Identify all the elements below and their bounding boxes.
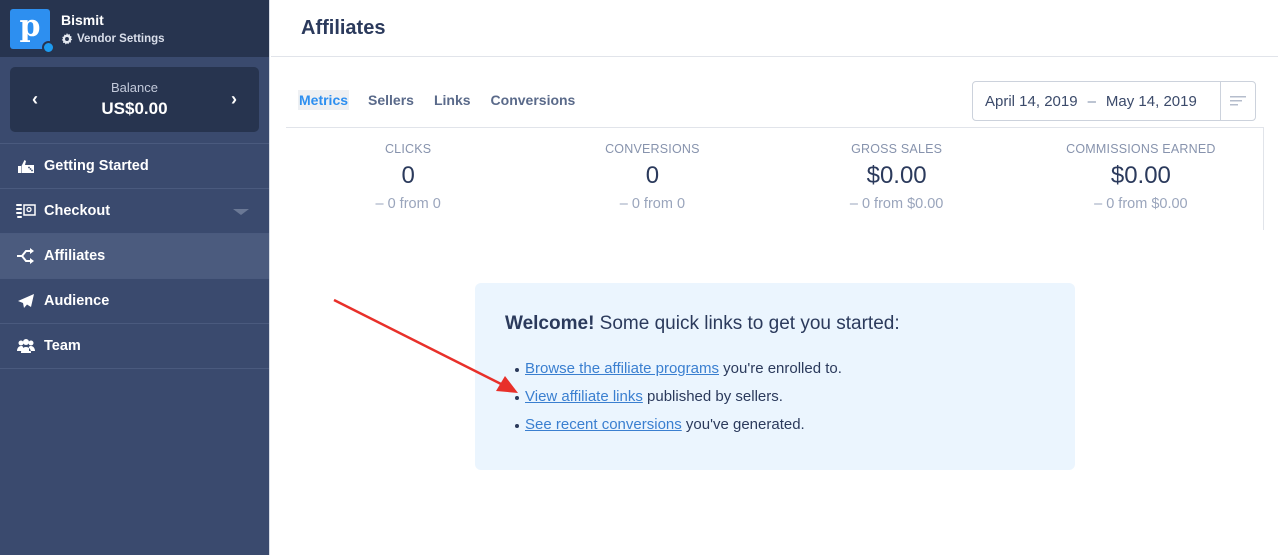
sidebar-item-label: Audience [44,293,110,309]
date-range-picker[interactable]: April 14, 2019 – May 14, 2019 [972,81,1256,121]
sidebar-item-label: Checkout [44,203,111,219]
account-name: Bismit [61,12,104,28]
metrics-panel: CLICKS 0 – 0 from 0 CONVERSIONS 0 – 0 fr… [286,128,1264,230]
sidebar-item-label: Team [44,338,81,354]
metric-gross-sales: GROSS SALES $0.00 – 0 from $0.00 [775,128,1019,230]
date-start[interactable]: April 14, 2019 [985,93,1078,110]
metric-delta: – 0 from 0 [375,196,441,212]
paper-plane-icon [16,293,36,309]
sidebar-item-label: Getting Started [44,158,149,174]
metric-delta: – 0 from $0.00 [849,196,944,212]
logo-letter: p [19,8,41,44]
list-item: View affiliate links published by seller… [515,383,1045,411]
metric-value: 0 [401,162,415,189]
list-item-text: published by sellers. [642,388,783,405]
sidebar-item-getting-started[interactable]: Getting Started [0,144,269,189]
welcome-title: Welcome! Some quick links to get you sta… [505,313,1045,335]
tab-bar: Metrics Sellers Links Conversions [298,90,594,110]
brand-header: p Bismit Vendor Settings [0,0,269,57]
date-separator: – [1087,92,1096,110]
balance-label: Balance [111,80,158,95]
metric-clicks: CLICKS 0 – 0 from 0 [286,128,530,230]
balance-card: ‹ Balance US$0.00 › [10,67,259,132]
checkout-icon [16,203,36,219]
balance-value: US$0.00 [101,99,168,118]
main-content: Affiliates Metrics Sellers Links Convers… [271,0,1278,555]
quick-links-list: Browse the affiliate programs you're enr… [505,355,1045,439]
list-item-text: you've generated. [681,416,805,433]
page-header: Affiliates [271,0,1278,57]
welcome-title-bold: Welcome! [505,313,595,334]
metric-delta: – 0 from $0.00 [1094,196,1188,212]
vendor-settings-label: Vendor Settings [77,33,165,45]
affiliates-icon [16,248,36,264]
sidebar-item-checkout[interactable]: Checkout [0,189,269,234]
tab-conversions[interactable]: Conversions [490,90,577,110]
view-affiliate-links-link[interactable]: View affiliate links [525,388,643,405]
gear-icon [61,33,73,45]
filter-menu-button[interactable] [1220,82,1255,120]
metric-label: CLICKS [384,142,432,156]
date-end[interactable]: May 14, 2019 [1106,93,1197,110]
metric-label: GROSS SALES [851,142,943,156]
vendor-settings-link[interactable]: Vendor Settings [61,33,165,45]
welcome-title-rest: Some quick links to get you started: [594,313,900,334]
metric-delta: – 0 from 0 [619,196,686,212]
metric-value: $0.00 [866,162,927,189]
tab-metrics[interactable]: Metrics [298,90,350,110]
metric-commissions-earned: COMMISSIONS EARNED $0.00 – 0 from $0.00 [1019,128,1263,230]
list-item: Browse the affiliate programs you're enr… [515,355,1045,383]
sidebar-item-audience[interactable]: Audience [0,279,269,324]
browse-affiliate-programs-link[interactable]: Browse the affiliate programs [525,360,719,377]
chevron-down-icon[interactable] [233,209,249,215]
getting-started-icon [16,158,36,174]
metric-conversions: CONVERSIONS 0 – 0 from 0 [530,128,774,230]
list-item: See recent conversions you've generated. [515,411,1045,439]
balance-prev-button[interactable]: ‹ [32,89,38,110]
metric-value: $0.00 [1110,162,1171,189]
see-recent-conversions-link[interactable]: See recent conversions [525,416,682,433]
balance-next-button[interactable]: › [231,89,237,110]
app-logo[interactable]: p [10,8,55,54]
team-icon [16,338,36,354]
metric-label: COMMISSIONS EARNED [1066,142,1216,156]
tab-links[interactable]: Links [433,90,472,110]
sidebar: p Bismit Vendor Settings ‹ Balance US$0.… [0,0,270,555]
list-item-text: you're enrolled to. [718,360,842,377]
sidebar-item-affiliates[interactable]: Affiliates [0,234,269,279]
metric-label: CONVERSIONS [605,142,700,156]
sidebar-item-label: Affiliates [44,248,106,264]
sidebar-nav: Getting Started Checkout Affiliates Audi… [0,143,269,369]
filter-lines-icon [1230,96,1246,106]
welcome-panel: Welcome! Some quick links to get you sta… [475,283,1075,470]
sidebar-item-team[interactable]: Team [0,324,269,369]
metric-value: 0 [645,162,660,189]
status-dot [42,40,55,54]
tab-sellers[interactable]: Sellers [367,90,415,110]
page-title: Affiliates [301,16,386,39]
